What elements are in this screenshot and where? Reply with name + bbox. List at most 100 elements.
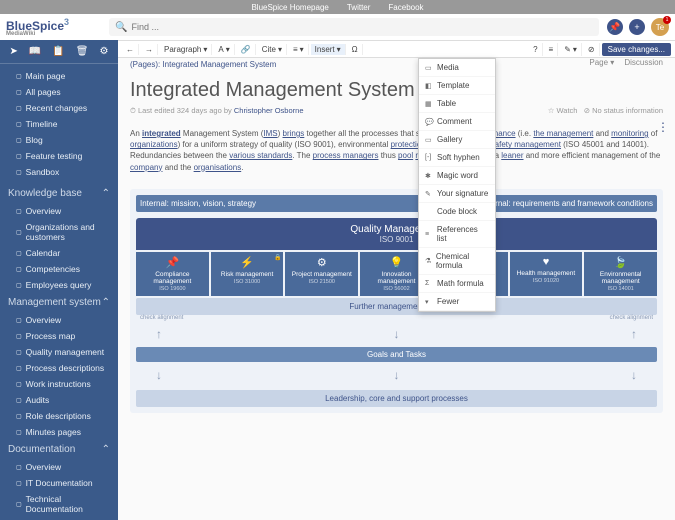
more-actions-icon[interactable]: ⋮ bbox=[657, 120, 669, 134]
sidebar-item[interactable]: Quality management bbox=[0, 344, 118, 360]
top-link[interactable]: Twitter bbox=[347, 3, 371, 12]
sidebar-item[interactable]: Audits bbox=[0, 392, 118, 408]
fwd-button[interactable]: → bbox=[141, 44, 158, 55]
insert-menu-item[interactable]: ΣMath formula bbox=[419, 275, 495, 293]
sidebar-item[interactable]: Technical Documentation bbox=[0, 491, 118, 517]
hub-icon: 🍃 bbox=[586, 256, 655, 269]
insert-menu-item[interactable]: ▭Gallery bbox=[419, 131, 495, 149]
arrow-down-icon: ↓ bbox=[394, 327, 400, 341]
search-icon: 🔍 bbox=[115, 22, 127, 33]
add-button[interactable]: + bbox=[629, 19, 645, 35]
sidebar-item[interactable]: Overview bbox=[0, 203, 118, 219]
insert-menu-item[interactable]: ▦Table bbox=[419, 95, 495, 113]
trash-icon[interactable]: 🗑 bbox=[76, 46, 89, 57]
sidebar-item[interactable]: Process descriptions bbox=[0, 360, 118, 376]
dia-internal: Internal: mission, vision, strategy bbox=[140, 199, 256, 208]
hub-icon: ♥ bbox=[512, 256, 581, 268]
menu-button[interactable]: ≡ bbox=[545, 43, 559, 56]
sidebar-item[interactable]: Process map bbox=[0, 328, 118, 344]
sidebar-item[interactable]: IT Documentation bbox=[0, 475, 118, 491]
tab-page[interactable]: Page ▾ bbox=[589, 58, 614, 67]
insert-menu-item[interactable]: ▾Fewer bbox=[419, 293, 495, 311]
sidebar-item[interactable]: Competencies bbox=[0, 261, 118, 277]
management-hub[interactable]: 📌Compliance managementISO 19600 bbox=[136, 252, 209, 296]
insert-menu-item[interactable]: ✱Magic word bbox=[419, 167, 495, 185]
sidebar-item[interactable]: Overview bbox=[0, 459, 118, 475]
sidebar-item[interactable]: Organizations and customers bbox=[0, 219, 118, 245]
sidebar-item[interactable]: Calendar bbox=[0, 245, 118, 261]
book-icon[interactable]: 📖 bbox=[29, 46, 41, 57]
gear-icon[interactable]: ⚙ bbox=[100, 46, 109, 57]
insert-menu-item[interactable]: ✎Your signature bbox=[419, 185, 495, 203]
sidebar-item[interactable]: Timeline bbox=[0, 116, 118, 132]
top-links-bar: BlueSpice Homepage Twitter Facebook bbox=[0, 0, 675, 14]
dia-quality-mgmt[interactable]: Quality Management ISO 9001 bbox=[136, 218, 657, 250]
menu-item-icon: Σ bbox=[425, 280, 433, 287]
tab-discussion[interactable]: Discussion bbox=[624, 58, 663, 67]
sidebar-section-header[interactable]: Knowledge base⌃ bbox=[0, 184, 118, 203]
special-char-button[interactable]: Ω bbox=[348, 44, 363, 55]
insert-dropdown[interactable]: Insert ▾ bbox=[311, 44, 346, 55]
arrow-down-icon: ↓ bbox=[631, 368, 637, 382]
user-avatar[interactable]: Te 1 bbox=[651, 18, 669, 36]
sidebar-item[interactable]: Sandbox bbox=[0, 164, 118, 180]
list-dropdown[interactable]: ≡ ▾ bbox=[289, 44, 309, 55]
sidebar-item[interactable]: All pages bbox=[0, 84, 118, 100]
save-button[interactable]: Save changes... bbox=[602, 43, 671, 56]
editor-toolbar: ← → Paragraph ▾ A ▾ 🔗 Cite ▾ ≡ ▾ Insert … bbox=[118, 40, 675, 58]
menu-item-icon: [-] bbox=[425, 154, 433, 161]
sidebar-item[interactable]: Role descriptions bbox=[0, 408, 118, 424]
logo[interactable]: BlueSpice3 MediaWiki bbox=[6, 17, 69, 37]
lock-icon: 🔒 bbox=[274, 254, 281, 261]
menu-item-icon: ✎ bbox=[425, 190, 433, 198]
insert-menu-item[interactable]: Code block bbox=[419, 203, 495, 221]
header: BlueSpice3 MediaWiki 🔍 📌 + Te 1 bbox=[0, 14, 675, 40]
search-input[interactable] bbox=[132, 22, 594, 32]
management-hub[interactable]: ⚙Project managementISO 21500 bbox=[285, 252, 358, 296]
insert-menu-item[interactable]: ⚗Chemical formula bbox=[419, 248, 495, 275]
insert-menu-item[interactable]: ▭Media bbox=[419, 59, 495, 77]
nav-icon[interactable]: ➤ bbox=[10, 46, 18, 57]
sidebar-item[interactable]: Recent changes bbox=[0, 100, 118, 116]
sidebar-section-header[interactable]: Documentation⌃ bbox=[0, 440, 118, 459]
insert-menu-item[interactable]: [-]Soft hyphen bbox=[419, 149, 495, 167]
management-hub[interactable]: ♥Health managementISO 91020 bbox=[510, 252, 583, 296]
management-hub[interactable]: 🔒⚡Risk managementISO 31000 bbox=[211, 252, 284, 296]
edit-mode-button[interactable]: ✎ ▾ bbox=[560, 43, 582, 56]
top-link[interactable]: BlueSpice Homepage bbox=[251, 3, 328, 12]
menu-item-icon: ▾ bbox=[425, 298, 433, 306]
link-button[interactable]: 🔗 bbox=[237, 44, 256, 55]
page-title: Integrated Management System bbox=[118, 71, 675, 106]
cite-dropdown[interactable]: Cite ▾ bbox=[258, 44, 287, 55]
hub-icon: ⚡ bbox=[213, 256, 282, 269]
sidebar-item[interactable]: Minutes pages bbox=[0, 424, 118, 440]
dia-further-hubs[interactable]: Further management hubs bbox=[136, 298, 657, 315]
discard-button[interactable]: ⊘ bbox=[584, 43, 600, 56]
sidebar-item[interactable]: Main page bbox=[0, 68, 118, 84]
sidebar-item[interactable]: Work instructions bbox=[0, 376, 118, 392]
dia-goals[interactable]: Goals and Tasks bbox=[136, 347, 657, 362]
text-style-dropdown[interactable]: A ▾ bbox=[214, 44, 234, 55]
search-box[interactable]: 🔍 bbox=[109, 18, 599, 36]
help-button[interactable]: ? bbox=[529, 43, 542, 56]
insert-menu-item[interactable]: ◧Template bbox=[419, 77, 495, 95]
sidebar-item[interactable]: Employees query bbox=[0, 277, 118, 293]
management-hub[interactable]: 🍃Environmental managementISO 14001 bbox=[584, 252, 657, 296]
main-content: (Pages): Integrated Management System Pa… bbox=[118, 58, 675, 520]
author-link[interactable]: Christopher Osborne bbox=[234, 106, 304, 115]
sidebar-item[interactable]: Feature testing bbox=[0, 148, 118, 164]
sidebar-item[interactable]: Blog bbox=[0, 132, 118, 148]
sidebar-item[interactable]: Overview bbox=[0, 312, 118, 328]
menu-item-icon: ≡ bbox=[425, 231, 433, 238]
watch-button[interactable]: ☆ Watch bbox=[548, 106, 578, 115]
insert-menu-item[interactable]: ≡References list bbox=[419, 221, 495, 248]
top-link[interactable]: Facebook bbox=[388, 3, 423, 12]
back-button[interactable]: ← bbox=[122, 44, 139, 55]
pin-button[interactable]: 📌 bbox=[607, 19, 623, 35]
sidebar-section-header[interactable]: Management system⌃ bbox=[0, 293, 118, 312]
paragraph-dropdown[interactable]: Paragraph ▾ bbox=[160, 44, 212, 55]
insert-menu-item[interactable]: 💬Comment bbox=[419, 113, 495, 131]
clipboard-icon[interactable]: 📋 bbox=[52, 46, 64, 57]
article-body[interactable]: An integrated Management System (IMS) br… bbox=[118, 122, 675, 179]
dia-leadership[interactable]: Leadership, core and support processes bbox=[136, 390, 657, 407]
